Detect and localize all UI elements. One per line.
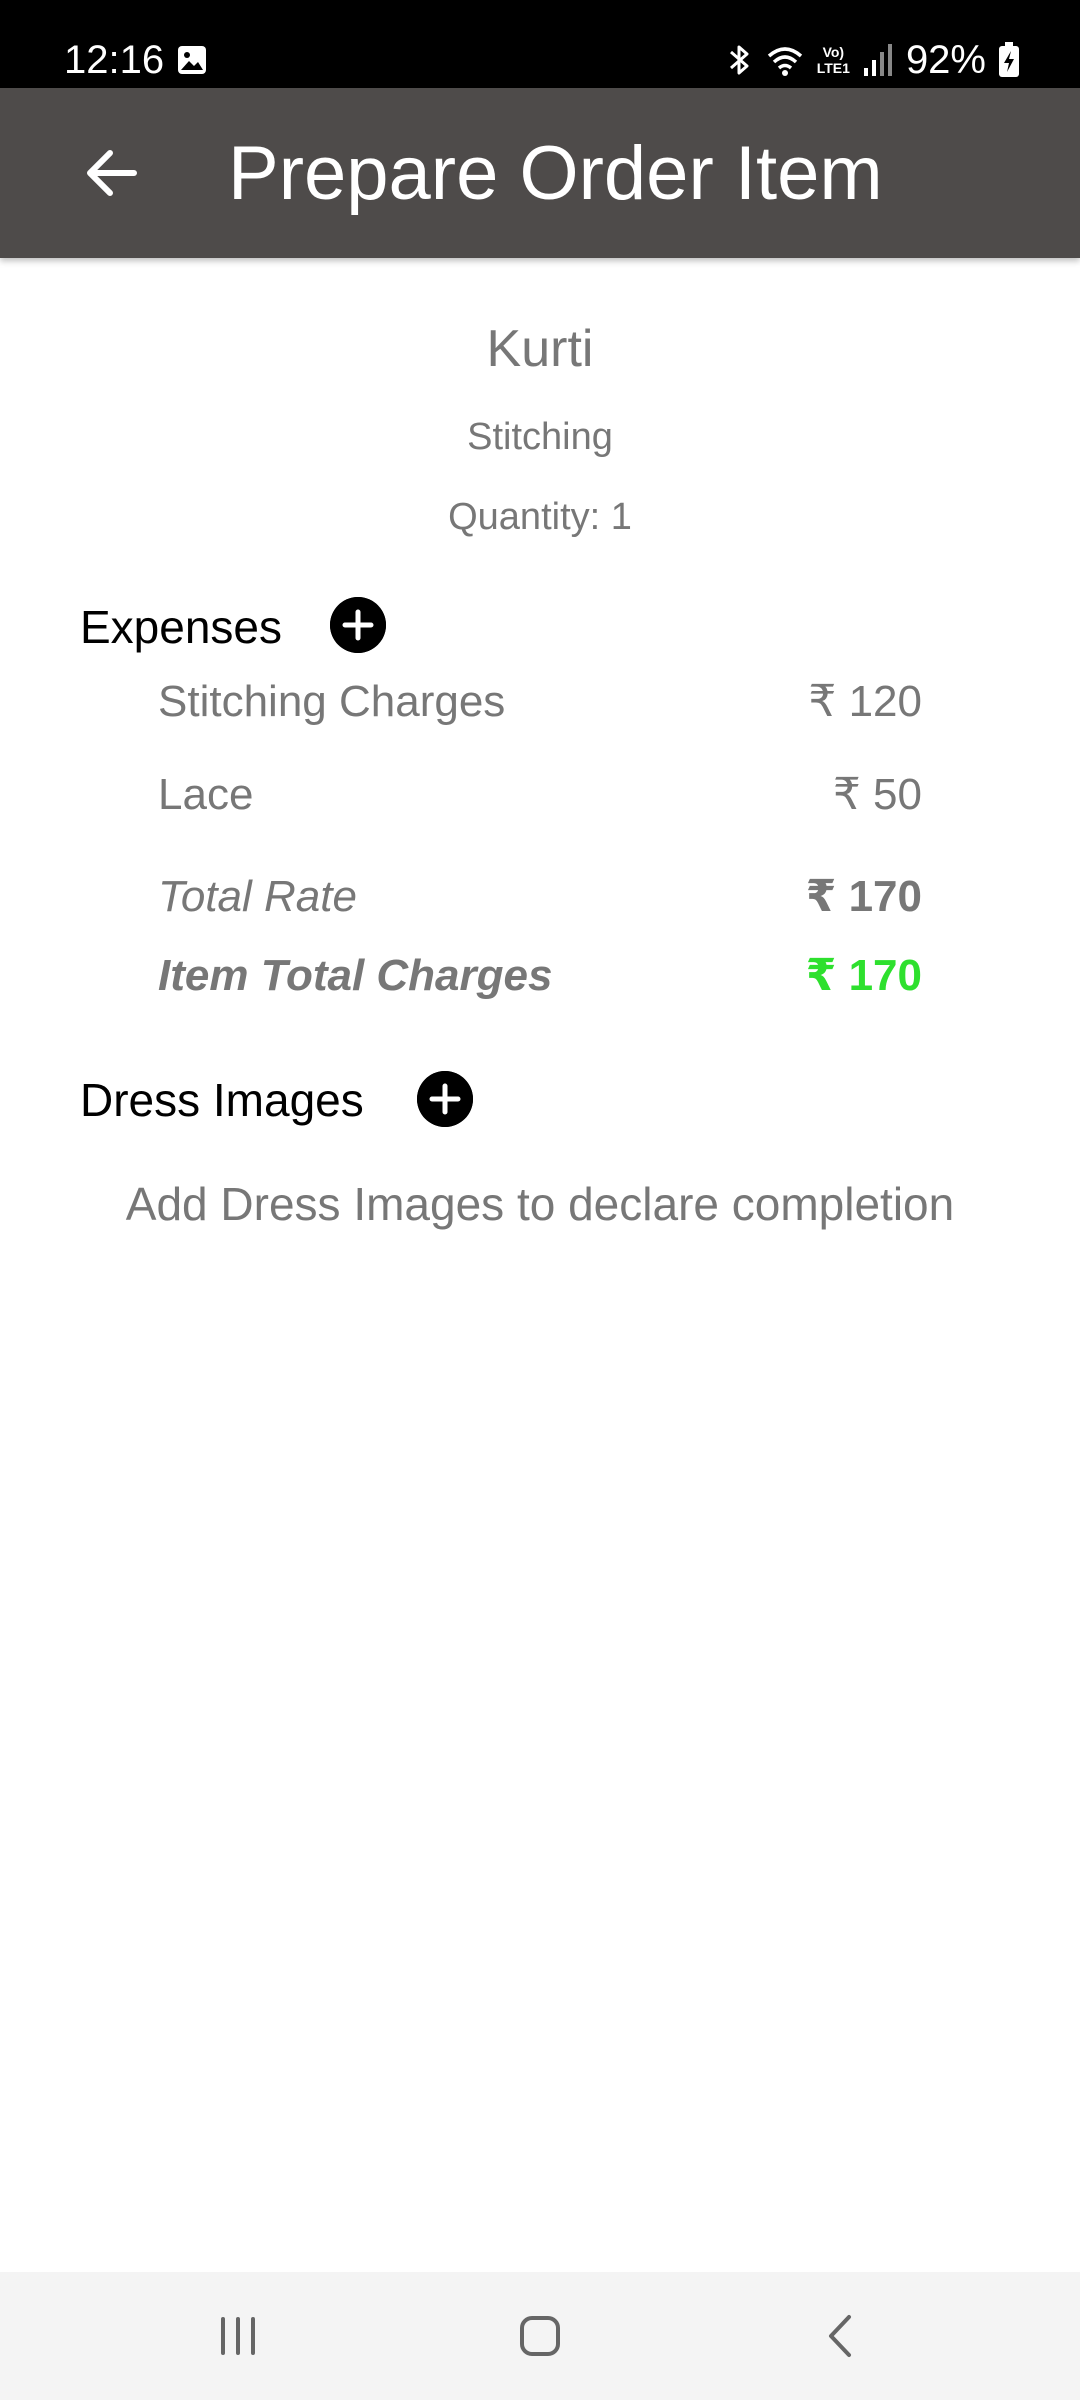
arrow-left-icon [87, 150, 137, 196]
add-dress-image-button[interactable] [417, 1071, 473, 1127]
status-icons: Vo) LTE1 92% [725, 36, 1020, 84]
back-icon [829, 2315, 851, 2357]
nav-back-button[interactable] [802, 2296, 882, 2376]
dress-images-title: Dress Images [80, 1074, 364, 1126]
expense-value: ₹ 50 [832, 770, 922, 819]
page-title: Prepare Order Item [228, 131, 883, 216]
battery-percent: 92% [905, 38, 986, 82]
item-service: Stitching [467, 416, 613, 458]
recents-button[interactable] [198, 2296, 278, 2376]
status-bar: 12:16 Vo) LTE1 92% [0, 0, 1080, 88]
volte-icon: Vo) LTE1 [817, 44, 850, 76]
expense-value: ₹ 120 [808, 677, 922, 726]
recents-icon [221, 2317, 255, 2355]
app-bar: Prepare Order Item [0, 88, 1080, 258]
status-time: 12:16 [64, 38, 165, 82]
dress-images-hint: Add Dress Images to declare completion [125, 1178, 955, 1230]
expenses-title: Expenses [80, 601, 283, 653]
bluetooth-icon [729, 45, 749, 75]
item-total-label: Item Total Charges [158, 951, 553, 1000]
home-icon [520, 2316, 560, 2356]
back-button[interactable] [72, 133, 152, 213]
plus-circle-icon [417, 1071, 473, 1127]
volte-top-label: Vo) [822, 44, 845, 60]
wifi-icon [767, 47, 802, 76]
system-nav-bar [0, 2272, 1080, 2400]
item-name: Kurti [486, 320, 594, 378]
gallery-icon [178, 46, 206, 74]
add-expense-button[interactable] [330, 597, 386, 653]
total-rate-value: ₹ 170 [805, 872, 922, 921]
total-rate-label: Total Rate [158, 872, 357, 921]
battery-charging-icon [999, 42, 1019, 77]
item-total-value: ₹ 170 [805, 951, 922, 1000]
expense-label: Lace [158, 770, 254, 819]
home-button[interactable] [500, 2296, 580, 2376]
volte-bottom-label: LTE1 [816, 60, 850, 76]
signal-icon [863, 44, 892, 76]
expense-label: Stitching Charges [158, 677, 506, 726]
item-quantity: Quantity: 1 [448, 496, 632, 538]
plus-circle-icon [330, 597, 386, 653]
